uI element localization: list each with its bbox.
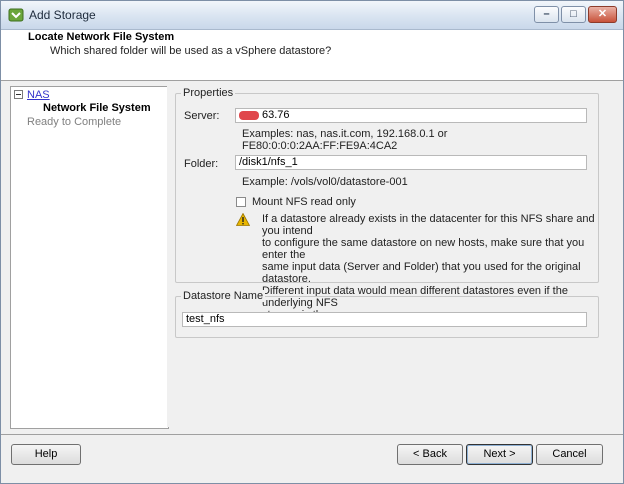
datastore-name-value: test_nfs bbox=[186, 313, 225, 325]
properties-group: Properties Server: 63.76 Examples: nas, … bbox=[175, 87, 599, 321]
window-title: Add Storage bbox=[29, 8, 96, 22]
warning-line: to configure the same datastore on new h… bbox=[262, 237, 585, 261]
page-title: Locate Network File System bbox=[28, 31, 175, 43]
folder-value: /disk1/nfs_1 bbox=[239, 156, 298, 168]
collapse-toggle-icon[interactable] bbox=[14, 90, 23, 99]
vsphere-app-icon bbox=[8, 8, 24, 22]
properties-group-label: Properties bbox=[181, 87, 236, 99]
folder-label: Folder: bbox=[184, 158, 219, 170]
back-button[interactable]: < Back bbox=[397, 444, 463, 465]
maximize-button[interactable]: □ bbox=[561, 6, 586, 23]
wizard-steps-panel: NAS Network File System Ready to Complet… bbox=[10, 86, 169, 429]
redacted-block bbox=[239, 110, 259, 120]
wizard-header: Locate Network File System Which shared … bbox=[1, 30, 623, 81]
cancel-button[interactable]: Cancel bbox=[536, 444, 603, 465]
folder-input[interactable]: /disk1/nfs_1 bbox=[235, 155, 587, 170]
datastore-name-group: Datastore Name test_nfs bbox=[175, 290, 599, 338]
next-button[interactable]: Next > bbox=[466, 444, 533, 465]
help-button[interactable]: Help bbox=[11, 444, 81, 465]
mount-readonly-label: Mount NFS read only bbox=[252, 196, 356, 208]
page-subtitle: Which shared folder will be used as a vS… bbox=[50, 45, 332, 57]
mount-readonly-checkbox[interactable] bbox=[236, 197, 246, 207]
step-nas-link[interactable]: NAS bbox=[27, 89, 50, 101]
server-value: 63.76 bbox=[262, 109, 290, 121]
warning-line: If a datastore already exists in the dat… bbox=[262, 213, 595, 237]
title-bar[interactable]: Add Storage – □ ✕ bbox=[1, 1, 623, 30]
close-icon: ✕ bbox=[597, 8, 608, 20]
step-ready-to-complete: Ready to Complete bbox=[27, 116, 122, 128]
server-example-line-1: Examples: nas, nas.it.com, 192.168.0.1 o… bbox=[242, 128, 448, 140]
warning-line: same input data (Server and Folder) that… bbox=[262, 261, 581, 285]
server-example-line-2: FE80:0:0:0:2AA:FF:FE9A:4CA2 bbox=[242, 140, 398, 152]
folder-example: Example: /vols/vol0/datastore-001 bbox=[242, 176, 408, 188]
add-storage-window: Add Storage – □ ✕ Locate Network File Sy… bbox=[0, 0, 624, 484]
maximize-icon: □ bbox=[570, 8, 577, 20]
datastore-name-group-label: Datastore Name bbox=[181, 290, 266, 302]
minimize-button[interactable]: – bbox=[534, 6, 559, 23]
footer-divider bbox=[1, 434, 623, 435]
wizard-content: Properties Server: 63.76 Examples: nas, … bbox=[167, 86, 606, 427]
datastore-name-input[interactable]: test_nfs bbox=[182, 312, 587, 327]
close-button[interactable]: ✕ bbox=[588, 6, 617, 23]
step-network-file-system: Network File System bbox=[43, 102, 151, 114]
warning-icon bbox=[236, 213, 250, 226]
server-label: Server: bbox=[184, 110, 220, 122]
server-input[interactable]: 63.76 bbox=[235, 108, 587, 123]
minimize-icon: – bbox=[543, 8, 550, 20]
